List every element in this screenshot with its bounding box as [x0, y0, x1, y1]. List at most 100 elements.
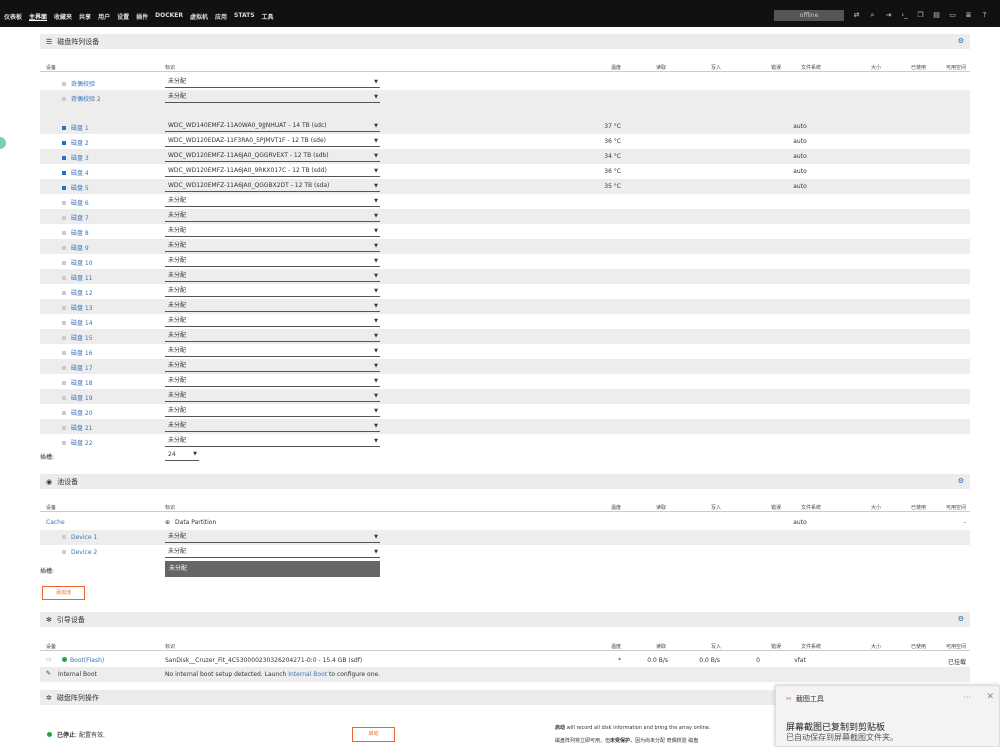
- device-select[interactable]: 未分配 ▼: [165, 436, 380, 447]
- disk-row-label[interactable]: 磁盘 5: [62, 183, 89, 192]
- disk-row-label[interactable]: 磁盘 11: [62, 273, 93, 282]
- pool-slots-select[interactable]: 未分配: [165, 561, 380, 577]
- device-select[interactable]: 未分配 ▼: [165, 376, 380, 387]
- device-select[interactable]: 未分配 ▼: [165, 286, 380, 297]
- boot-settings-icon[interactable]: ⚙: [958, 615, 964, 623]
- device-select[interactable]: 未分配 ▼: [165, 421, 380, 432]
- device-select[interactable]: 未分配 ▼: [165, 241, 380, 252]
- disk-status-icon: [62, 246, 66, 250]
- folder-icon[interactable]: ▭: [46, 656, 52, 663]
- device-select[interactable]: 未分配 ▼: [165, 196, 380, 207]
- nav-item-10[interactable]: STATS: [234, 12, 255, 21]
- terminal-icon[interactable]: ›_: [900, 11, 909, 20]
- disk-row-label[interactable]: 磁盘 4: [62, 168, 89, 177]
- parity-row-label[interactable]: 奇偶校验 2: [62, 94, 101, 103]
- nav-item-7[interactable]: DOCKER: [155, 12, 183, 21]
- nav-item-6[interactable]: 插件: [136, 12, 148, 21]
- device-select[interactable]: 未分配 ▼: [165, 301, 380, 312]
- search-icon[interactable]: ⌕: [868, 11, 877, 20]
- device-select[interactable]: 未分配 ▼: [165, 391, 380, 402]
- log-icon[interactable]: ≣: [964, 11, 973, 20]
- disk-status-icon: [62, 261, 66, 265]
- dropdown-caret-icon: ▼: [374, 198, 378, 204]
- device-select-value: 未分配: [168, 437, 187, 444]
- cache-free: -: [963, 519, 966, 526]
- device-select[interactable]: WDC_WD140EMFZ-11A0WA0_9JJNHUAT - 14 TB (…: [165, 121, 380, 132]
- device-select[interactable]: 未分配 ▼: [165, 532, 380, 543]
- help-icon[interactable]: ?: [980, 11, 989, 20]
- logout-icon[interactable]: ⇥: [884, 11, 893, 20]
- disk-row-label[interactable]: 磁盘 1: [62, 123, 89, 132]
- nav-item-5[interactable]: 设置: [117, 12, 129, 21]
- nav-item-9[interactable]: 应用: [215, 12, 227, 21]
- device-select[interactable]: 未分配 ▼: [165, 226, 380, 237]
- array-slots-select[interactable]: 24 ▼: [165, 449, 199, 461]
- internal-boot-link[interactable]: Internal Boot: [288, 671, 327, 678]
- pool-settings-icon[interactable]: ⚙: [958, 477, 964, 485]
- transfer-icon[interactable]: ⇄: [852, 11, 861, 20]
- toast-more-button[interactable]: ···: [963, 693, 971, 702]
- toast-close-button[interactable]: ✕: [986, 692, 994, 702]
- pool-device-row-label[interactable]: Device 1: [62, 534, 97, 541]
- nav-item-11[interactable]: 工具: [262, 12, 274, 21]
- message-icon[interactable]: ▤: [932, 11, 941, 20]
- disk-status-icon: [62, 141, 66, 145]
- device-select[interactable]: 未分配 ▼: [165, 211, 380, 222]
- monitor-icon[interactable]: ▭: [948, 11, 957, 20]
- disk-row-label[interactable]: 磁盘 21: [62, 423, 93, 432]
- boot-device-link[interactable]: Boot(Flash): [70, 657, 104, 664]
- device-select[interactable]: 未分配 ▼: [165, 256, 380, 267]
- disk-row-label[interactable]: 磁盘 10: [62, 258, 93, 267]
- nav-item-2[interactable]: 收藏夹: [54, 12, 72, 21]
- device-select[interactable]: 未分配 ▼: [165, 331, 380, 342]
- disk-temperature: 34 °C: [604, 153, 621, 160]
- disk-row-label[interactable]: 磁盘 8: [62, 228, 89, 237]
- disk-row-label[interactable]: 磁盘 2: [62, 138, 89, 147]
- device-select[interactable]: 未分配 ▼: [165, 346, 380, 357]
- copy-icon[interactable]: ❐: [916, 11, 925, 20]
- disk-row-label[interactable]: 磁盘 13: [62, 303, 93, 312]
- disk-status-icon: [62, 231, 66, 235]
- start-description-2: 磁盘阵列将立即可用，但未受保护，因为尚未分配 奇偶校验 磁盘: [555, 737, 698, 744]
- snipping-tool-toast[interactable]: ✂ 截图工具 ··· ✕ 屏幕截图已复制到剪贴板 已自动保存到屏幕截图文件夹。: [775, 685, 1000, 747]
- disk-row: 磁盘 22 未分配 ▼: [40, 434, 970, 449]
- device-select[interactable]: 未分配 ▼: [165, 361, 380, 372]
- device-select[interactable]: 未分配 ▼: [165, 92, 380, 103]
- disk-row-label[interactable]: 磁盘 12: [62, 288, 93, 297]
- cache-link[interactable]: Cache: [46, 519, 65, 526]
- nav-item-0[interactable]: 仪表板: [4, 12, 22, 21]
- disk-row-label[interactable]: 磁盘 3: [62, 153, 89, 162]
- disk-row-label[interactable]: 磁盘 18: [62, 378, 93, 387]
- nav-item-8[interactable]: 虚拟机: [190, 12, 208, 21]
- disk-row-label[interactable]: 磁盘 16: [62, 348, 93, 357]
- pool-device-row-label[interactable]: Device 2: [62, 549, 97, 556]
- disk-row: 磁盘 1 WDC_WD140EMFZ-11A0WA0_9JJNHUAT - 14 …: [40, 119, 970, 134]
- disk-row-label[interactable]: 磁盘 19: [62, 393, 93, 402]
- device-select[interactable]: WDC_WD120EMFZ-11A6JA0_9RKX017C - 12 TB (…: [165, 166, 380, 177]
- disk-row-label[interactable]: 磁盘 9: [62, 243, 89, 252]
- disk-row-label[interactable]: 磁盘 22: [62, 438, 93, 447]
- nav-item-1[interactable]: 主界面: [29, 12, 47, 21]
- nav-item-4[interactable]: 用户: [98, 12, 110, 21]
- device-select[interactable]: WDC_WD120EDAZ-11F3RA0_5PJMVT1F - 12 TB (…: [165, 136, 380, 147]
- device-select[interactable]: 未分配 ▼: [165, 271, 380, 282]
- disk-row-label[interactable]: 磁盘 17: [62, 363, 93, 372]
- parity-row-label[interactable]: 奇偶校验: [62, 79, 95, 88]
- device-select[interactable]: 未分配 ▼: [165, 316, 380, 327]
- nav-item-3[interactable]: 共享: [79, 12, 91, 21]
- disk-temperature: 35 °C: [604, 183, 621, 190]
- disk-row-label[interactable]: 磁盘 20: [62, 408, 93, 417]
- device-select[interactable]: 未分配 ▼: [165, 406, 380, 417]
- device-select[interactable]: 未分配 ▼: [165, 77, 380, 88]
- device-select[interactable]: 未分配 ▼: [165, 547, 380, 558]
- device-select[interactable]: WDC_WD120EMFZ-11A6JA0_QGGBX2DT - 12 TB (…: [165, 181, 380, 192]
- disk-row-label[interactable]: 磁盘 6: [62, 198, 89, 207]
- device-select[interactable]: WDC_WD120EMFZ-11A6JA0_QGGRVEXT - 12 TB (…: [165, 151, 380, 162]
- array-settings-icon[interactable]: ⚙: [958, 37, 964, 45]
- internal-boot-message: No internal boot setup detected. Launch …: [165, 671, 380, 678]
- start-array-button[interactable]: 启动: [352, 727, 395, 742]
- disk-row-label[interactable]: 磁盘 7: [62, 213, 89, 222]
- add-pool-button[interactable]: 添加池: [42, 586, 85, 600]
- disk-row-label[interactable]: 磁盘 14: [62, 318, 93, 327]
- disk-row-label[interactable]: 磁盘 15: [62, 333, 93, 342]
